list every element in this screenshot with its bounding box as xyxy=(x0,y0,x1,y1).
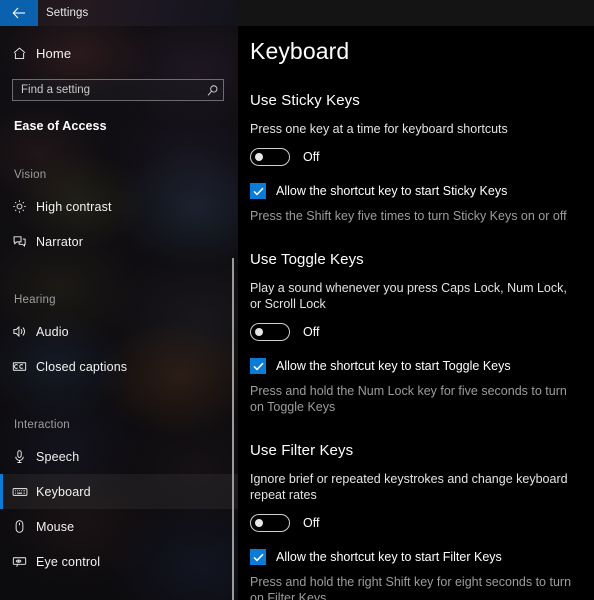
back-arrow-icon xyxy=(12,7,26,19)
filter-keys-heading: Use Filter Keys xyxy=(250,442,354,459)
sidebar-item-high-contrast-label: High contrast xyxy=(36,199,112,214)
window-title: Settings xyxy=(46,7,89,19)
window-body: Home Ease of Access xyxy=(0,26,594,600)
filter-keys-checkbox[interactable] xyxy=(250,549,266,565)
eye-control-icon xyxy=(12,554,36,569)
toggle-keys-checkbox[interactable] xyxy=(250,358,266,374)
sticky-keys-hint: Press the Shift key five times to turn S… xyxy=(250,209,567,223)
sidebar-item-mouse-label: Mouse xyxy=(36,519,75,534)
microphone-icon xyxy=(12,449,36,464)
sidebar-item-closed-captions-label: Closed captions xyxy=(36,359,128,374)
toggle-keys-checkbox-row[interactable]: Allow the shortcut key to start Toggle K… xyxy=(250,341,576,374)
sidebar-item-eye-control-label: Eye control xyxy=(36,554,101,569)
sticky-keys-toggle-row: Off xyxy=(250,137,576,166)
toggle-keys-checkbox-label: Allow the shortcut key to start Toggle K… xyxy=(276,359,511,373)
content-panel: Keyboard Use Sticky Keys Press one key a… xyxy=(238,26,594,600)
search-container xyxy=(0,70,238,101)
title-bar: Settings xyxy=(0,0,594,26)
section-filter-keys: Use Filter Keys Ignore brief or repeated… xyxy=(250,415,576,600)
sidebar-item-speech[interactable]: Speech xyxy=(0,439,238,474)
section-toggle-keys: Use Toggle Keys Play a sound whenever yo… xyxy=(250,224,576,415)
search-icon[interactable] xyxy=(201,84,223,97)
search-input[interactable] xyxy=(13,80,201,100)
filter-keys-description: Ignore brief or repeated keystrokes and … xyxy=(250,472,568,502)
sticky-keys-heading: Use Sticky Keys xyxy=(250,92,360,109)
sidebar-item-eye-control[interactable]: Eye control xyxy=(0,544,238,579)
sidebar-item-home[interactable]: Home xyxy=(0,36,238,70)
toggle-knob xyxy=(255,328,263,336)
sticky-keys-description: Press one key at a time for keyboard sho… xyxy=(250,122,508,136)
filter-keys-toggle[interactable] xyxy=(250,514,290,532)
toggle-keys-hint: Press and hold the Num Lock key for five… xyxy=(250,384,567,414)
page-title: Keyboard xyxy=(250,38,350,64)
sticky-keys-toggle[interactable] xyxy=(250,148,290,166)
sidebar-item-keyboard-label: Keyboard xyxy=(36,484,91,499)
home-icon xyxy=(12,46,36,61)
sidebar-content: Home Ease of Access xyxy=(0,36,238,579)
section-sticky-keys: Use Sticky Keys Press one key at a time … xyxy=(250,65,576,224)
filter-keys-checkbox-label: Allow the shortcut key to start Filter K… xyxy=(276,550,502,564)
filter-keys-checkbox-row[interactable]: Allow the shortcut key to start Filter K… xyxy=(250,532,576,565)
toggle-keys-toggle[interactable] xyxy=(250,323,290,341)
settings-window: Settings Home Find a setting Ease of Acc… xyxy=(0,0,594,600)
filter-keys-toggle-row: Off xyxy=(250,503,576,532)
sticky-keys-toggle-state: Off xyxy=(303,150,320,164)
sidebar-group-title: Ease of Access xyxy=(14,119,107,133)
sidebar-section-interaction-label: Interaction xyxy=(14,419,70,431)
toggle-keys-toggle-state: Off xyxy=(303,325,320,339)
sidebar-item-audio-label: Audio xyxy=(36,324,69,339)
sticky-keys-checkbox[interactable] xyxy=(250,183,266,199)
sidebar-item-speech-label: Speech xyxy=(36,449,80,464)
sticky-keys-checkbox-label: Allow the shortcut key to start Sticky K… xyxy=(276,184,508,198)
speaker-icon xyxy=(12,324,36,339)
closed-captions-icon xyxy=(12,359,36,374)
sidebar-section-vision-label: Vision xyxy=(14,169,47,181)
back-button[interactable] xyxy=(0,0,38,26)
brightness-icon xyxy=(12,199,36,214)
toggle-knob xyxy=(255,153,263,161)
sidebar-item-audio[interactable]: Audio xyxy=(0,314,238,349)
sidebar-item-home-label: Home xyxy=(36,45,72,61)
toggle-keys-heading: Use Toggle Keys xyxy=(250,251,364,268)
toggle-knob xyxy=(255,519,263,527)
keyboard-icon xyxy=(12,484,36,500)
narrator-icon xyxy=(12,234,36,249)
sidebar-item-high-contrast[interactable]: High contrast xyxy=(0,189,238,224)
sidebar: Home Ease of Access xyxy=(0,26,238,600)
sidebar-item-narrator-label: Narrator xyxy=(36,234,84,249)
sidebar-scrollbar[interactable] xyxy=(232,258,234,600)
toggle-keys-toggle-row: Off xyxy=(250,312,576,341)
toggle-keys-description: Play a sound whenever you press Caps Loc… xyxy=(250,281,567,311)
sidebar-item-keyboard[interactable]: Keyboard xyxy=(0,474,238,509)
sticky-keys-checkbox-row[interactable]: Allow the shortcut key to start Sticky K… xyxy=(250,166,576,199)
filter-keys-toggle-state: Off xyxy=(303,516,320,530)
mouse-icon xyxy=(12,519,36,534)
filter-keys-hint: Press and hold the right Shift key for e… xyxy=(250,575,572,600)
sidebar-item-narrator[interactable]: Narrator xyxy=(0,224,238,259)
sidebar-section-hearing-label: Hearing xyxy=(14,294,56,306)
search-box[interactable] xyxy=(12,79,224,101)
sidebar-item-closed-captions[interactable]: Closed captions xyxy=(0,349,238,384)
sidebar-item-mouse[interactable]: Mouse xyxy=(0,509,238,544)
